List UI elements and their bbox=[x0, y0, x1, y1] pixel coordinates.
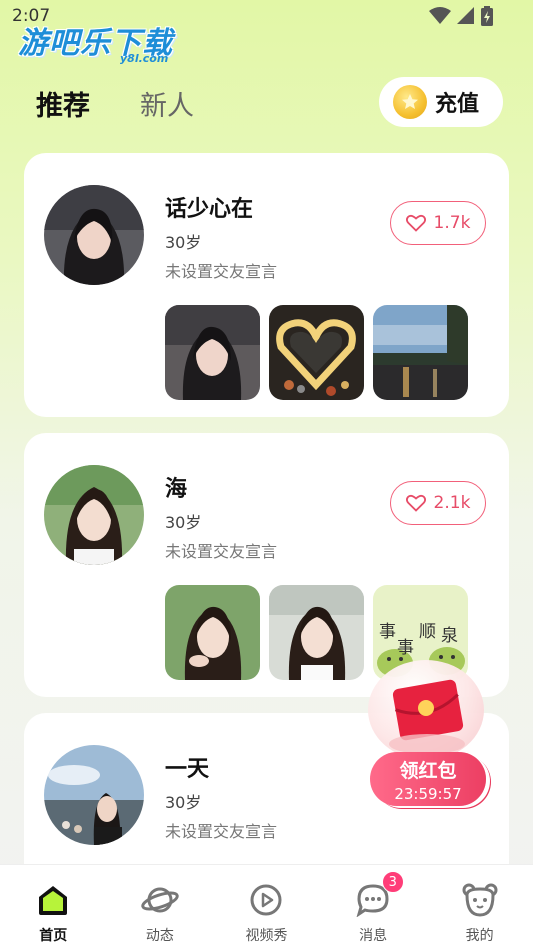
sticker-char: 事 bbox=[379, 622, 396, 642]
home-icon bbox=[39, 886, 68, 915]
nav-label: 我的 bbox=[465, 928, 494, 944]
nav-messages[interactable]: 3 消息 bbox=[320, 865, 427, 948]
recharge-label: 充值 bbox=[435, 92, 480, 117]
user-card[interactable]: 话少心在 30岁 未设置交友宣言 1.7k bbox=[24, 153, 509, 417]
user-name: 一天 bbox=[165, 757, 210, 782]
like-count: 1.7k bbox=[433, 213, 471, 233]
user-photo[interactable] bbox=[373, 305, 468, 400]
red-envelope-icon bbox=[389, 679, 465, 754]
user-avatar[interactable] bbox=[44, 465, 144, 565]
nav-profile[interactable]: 我的 bbox=[426, 865, 533, 948]
wifi-icon bbox=[429, 7, 451, 24]
status-icons bbox=[429, 6, 493, 26]
user-name: 海 bbox=[165, 477, 188, 502]
recharge-button[interactable]: 充值 bbox=[379, 77, 503, 127]
tab-recommend[interactable]: 推荐 bbox=[36, 84, 90, 123]
red-packet-timer: 23:59:57 bbox=[394, 785, 462, 803]
nav-label: 视频秀 bbox=[245, 928, 288, 944]
video-play-icon bbox=[250, 884, 282, 916]
tab-new[interactable]: 新人 bbox=[140, 84, 194, 123]
nav-moments[interactable]: 动态 bbox=[107, 865, 214, 948]
user-photo[interactable] bbox=[165, 305, 260, 400]
user-card[interactable]: 海 30岁 未设置交友宣言 2.1k 事 顺 事 泉 bbox=[24, 433, 509, 697]
red-packet-button[interactable]: 领红包 23:59:57 bbox=[370, 752, 486, 806]
coin-icon bbox=[393, 85, 427, 119]
like-button[interactable]: 2.1k bbox=[390, 481, 486, 525]
user-motto: 未设置交友宣言 bbox=[165, 262, 278, 281]
user-age: 30岁 bbox=[165, 513, 202, 532]
sticker-char: 事 bbox=[397, 638, 414, 658]
watermark-logo: 游吧乐下载 y8l.com bbox=[18, 18, 173, 65]
user-motto: 未设置交友宣言 bbox=[165, 542, 278, 561]
like-count: 2.1k bbox=[433, 493, 471, 513]
nav-label: 消息 bbox=[359, 928, 388, 944]
user-motto: 未设置交友宣言 bbox=[165, 822, 278, 841]
watermark-sub: y8l.com bbox=[120, 52, 169, 65]
user-name: 话少心在 bbox=[165, 197, 254, 222]
nav-label: 首页 bbox=[39, 928, 68, 944]
bear-face-icon bbox=[462, 883, 498, 917]
nav-video[interactable]: 视频秀 bbox=[213, 865, 320, 948]
heart-outline-icon bbox=[405, 494, 426, 512]
nav-label: 动态 bbox=[145, 928, 174, 944]
user-avatar[interactable] bbox=[44, 185, 144, 285]
like-button[interactable]: 1.7k bbox=[390, 201, 486, 245]
battery-icon bbox=[481, 6, 493, 26]
user-photo[interactable] bbox=[269, 585, 364, 680]
user-age: 30岁 bbox=[165, 793, 202, 812]
red-packet-title: 领红包 bbox=[399, 760, 457, 782]
nav-home[interactable]: 首页 bbox=[0, 865, 107, 948]
planet-icon bbox=[141, 887, 179, 913]
photo-strip bbox=[165, 305, 468, 400]
user-photo[interactable] bbox=[269, 305, 364, 400]
sticker-char: 顺 bbox=[419, 622, 436, 642]
sticker-char: 泉 bbox=[441, 626, 458, 646]
user-age: 30岁 bbox=[165, 233, 202, 252]
unread-badge: 3 bbox=[381, 871, 404, 893]
user-avatar[interactable] bbox=[44, 745, 144, 845]
signal-icon bbox=[457, 7, 474, 24]
bottom-nav: 首页 动态 视频秀 3 消息 我的 bbox=[0, 864, 533, 948]
heart-outline-icon bbox=[405, 214, 426, 232]
red-packet-widget[interactable]: 领红包 23:59:57 bbox=[366, 660, 490, 810]
top-tabs: 推荐 新人 bbox=[36, 84, 194, 123]
user-photo[interactable] bbox=[165, 585, 260, 680]
